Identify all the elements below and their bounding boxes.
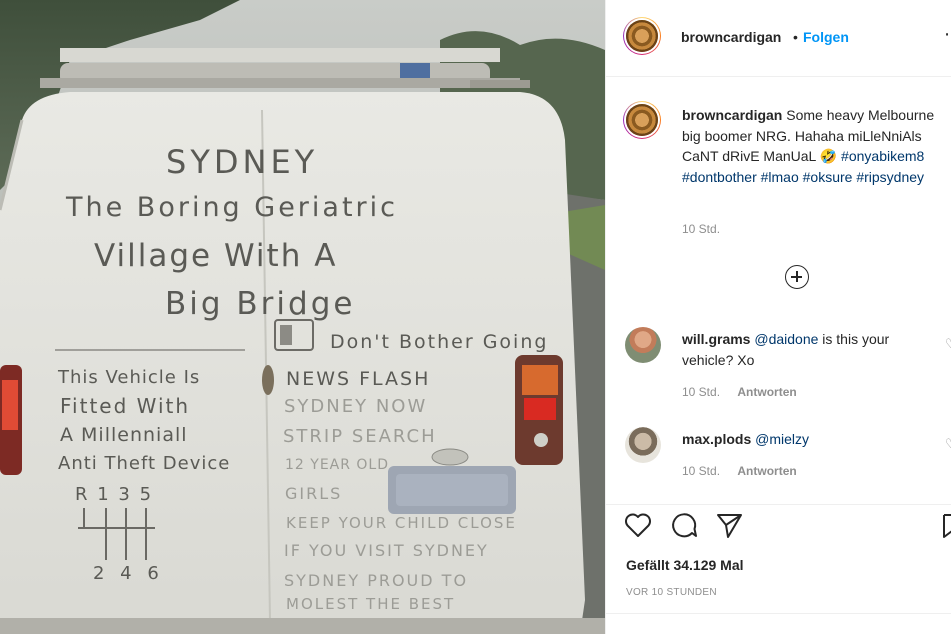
van-text-right-2: SYDNEY NOW xyxy=(284,396,427,417)
van-text-top-3: Big Bridge xyxy=(165,286,355,322)
post-timestamp: VOR 10 STUNDEN xyxy=(626,587,717,598)
header-separator: • xyxy=(793,29,798,45)
ellipsis-icon[interactable]: ⋯ xyxy=(944,24,951,45)
bookmark-icon[interactable] xyxy=(942,512,951,540)
comment-time: 10 Std. xyxy=(682,464,721,478)
comment-heart-icon[interactable]: ♡ xyxy=(945,436,951,452)
reply-button[interactable]: Antworten xyxy=(737,385,796,399)
reply-button[interactable]: Antworten xyxy=(737,464,796,478)
van-text-top-2: Village With A xyxy=(94,238,337,274)
van-text-top-1: The Boring Geriatric xyxy=(65,192,398,223)
van-photo: SYDNEY The Boring Geriatric Village With… xyxy=(0,0,605,634)
van-text-left-2: A Millenniall xyxy=(60,424,188,446)
van-text-right-5: GIRLS xyxy=(285,484,342,503)
caption-avatar[interactable] xyxy=(623,101,661,139)
van-text-left-0: This Vehicle Is xyxy=(57,367,200,388)
van-text-right-8: SYDNEY PROUD TO xyxy=(284,571,468,590)
heart-icon[interactable] xyxy=(624,512,652,538)
commenter-avatar[interactable] xyxy=(625,327,661,363)
van-text-left-4: R 1 3 5 xyxy=(75,484,153,505)
comment-icon[interactable] xyxy=(670,512,698,540)
divider xyxy=(606,613,951,614)
van-text-right-0: Don't Bother Going xyxy=(330,331,548,353)
comment-text: will.grams @daidone is this your vehicle… xyxy=(682,329,932,370)
comment-mention[interactable]: @mielzy xyxy=(755,431,809,447)
comment-mention[interactable]: @daidone xyxy=(754,331,818,347)
commenter-avatar[interactable] xyxy=(625,427,661,463)
comment-username[interactable]: max.plods xyxy=(682,431,751,447)
plus-circle-icon[interactable] xyxy=(785,265,809,289)
post-header: browncardigan • Folgen ⋯ xyxy=(606,0,951,77)
likes-count[interactable]: Gefällt 34.129 Mal xyxy=(626,557,744,573)
comment-time: 10 Std. xyxy=(682,385,721,399)
caption-timestamp: 10 Std. xyxy=(682,222,721,236)
van-text-right-3: STRIP SEARCH xyxy=(283,426,437,447)
van-text-left-1: Fitted With xyxy=(60,394,190,418)
post-side-panel: browncardigan • Folgen ⋯ browncardigan S… xyxy=(605,0,951,634)
comment-text: max.plods @mielzy xyxy=(682,429,932,450)
comment-heart-icon[interactable]: ♡ xyxy=(945,336,951,352)
author-username[interactable]: browncardigan xyxy=(681,29,781,45)
van-text-left-3: Anti Theft Device xyxy=(58,453,230,474)
caption-text: browncardigan Some heavy Melbourne big b… xyxy=(682,105,950,187)
follow-button[interactable]: Folgen xyxy=(803,29,849,45)
van-text-right-4: 12 YEAR OLD xyxy=(285,457,389,473)
van-text-right-7: IF YOU VISIT SYDNEY xyxy=(284,541,489,560)
post-image[interactable]: SYDNEY The Boring Geriatric Village With… xyxy=(0,0,605,634)
van-text-right-1: NEWS FLASH xyxy=(286,368,430,390)
comment-username[interactable]: will.grams xyxy=(682,331,750,347)
comment-meta: 10 Std. Antworten xyxy=(682,385,797,399)
paper-plane-icon[interactable] xyxy=(715,512,743,540)
van-text-right-9: MOLEST THE BEST xyxy=(286,595,455,613)
van-text-left-5: 2 4 6 xyxy=(93,563,164,584)
author-avatar[interactable] xyxy=(623,17,661,55)
van-text-right-6: KEEP YOUR CHILD CLOSE xyxy=(286,514,517,532)
caption-username[interactable]: browncardigan xyxy=(682,107,782,123)
comment-meta: 10 Std. Antworten xyxy=(682,464,797,478)
van-text-top-0: SYDNEY xyxy=(166,143,318,181)
